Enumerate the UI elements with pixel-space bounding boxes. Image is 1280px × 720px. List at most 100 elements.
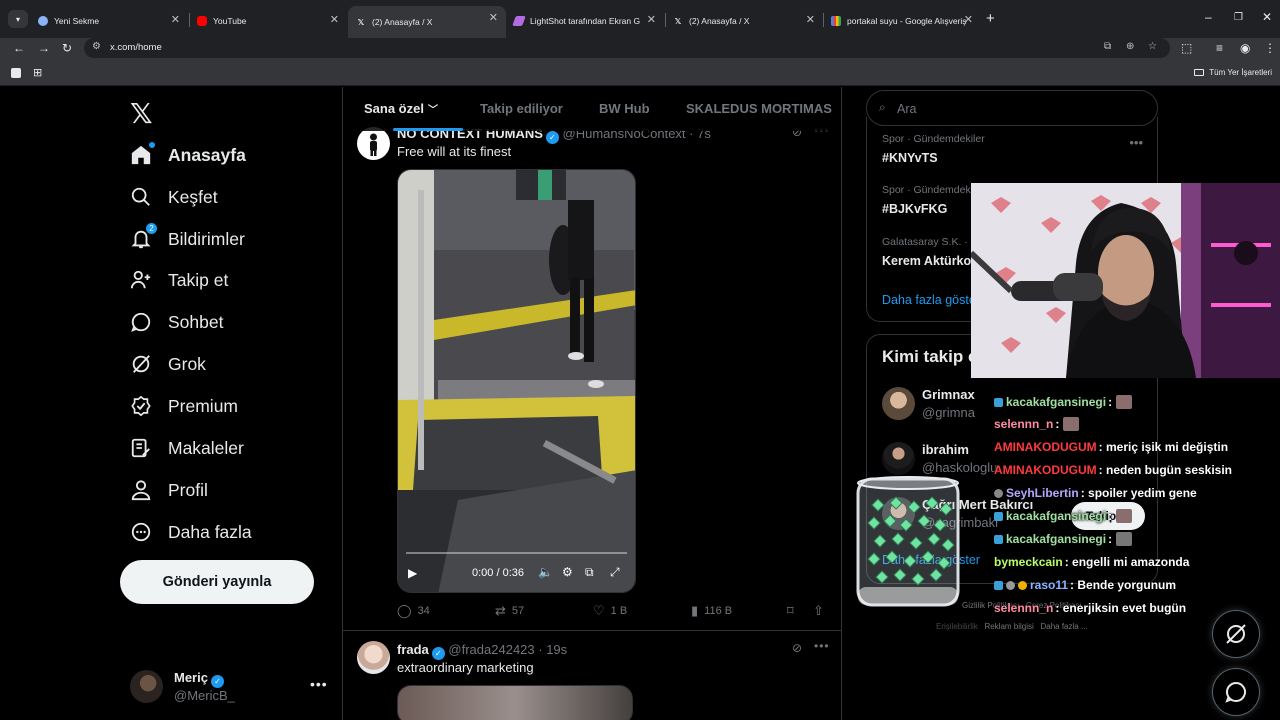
tweet[interactable]: frada ✓ @frada242423 · 19s ⊘ ••• extraord… [343,639,841,720]
video-controls: ▶ 0:00 / 0:36 🔈 ⚙ ⧉ ⤢ [398,552,635,592]
tweet-author-name[interactable]: frada [397,642,429,657]
forward-icon[interactable]: → [38,41,50,55]
extensions-icon[interactable]: ⬚ [1181,41,1192,55]
tab-for-you[interactable]: Sana özel ﹀ [364,101,438,116]
settings-icon[interactable]: ⚙ [562,565,573,579]
reply-button[interactable]: ◯ 34 [397,603,430,619]
nav-follow[interactable]: Takip et [130,265,228,295]
messages-fab-button[interactable] [1212,668,1260,716]
ellipsis-icon[interactable]: ••• [310,676,328,692]
zoom-icon[interactable]: ⊕ [1126,41,1134,52]
x-logo-icon[interactable]: 𝕏 [130,97,153,130]
browser-tab[interactable]: Yeni Sekme ✕ [30,8,188,34]
browser-tab[interactable]: YouTube ✕ [189,8,347,34]
nav-label: Profil [168,479,208,500]
avatar [882,387,915,420]
tweet-media[interactable] [397,685,633,720]
trends-show-more-link[interactable]: Daha fazla göster [882,293,980,307]
nav-profile[interactable]: Profil [130,475,208,505]
share-button[interactable]: ⇧ [813,603,830,619]
nav-more[interactable]: Daha fazla [130,517,252,547]
account-switcher[interactable]: Meriç ✓ @MericB_ ••• [130,670,330,710]
avatar[interactable] [357,127,390,160]
close-icon[interactable]: ✕ [806,13,815,26]
nav-label: Makaleler [168,437,244,458]
nav-premium[interactable]: Premium [130,391,238,421]
tweet-more-icon[interactable]: ••• [814,639,830,653]
media-control-icon[interactable]: ≡ [1216,41,1223,55]
footer-link[interactable]: Erişilebilirlik [936,622,978,631]
tab-following[interactable]: Takip ediliyor [480,101,563,116]
reload-icon[interactable]: ↻ [62,41,72,55]
tab-search-button[interactable]: ▾ [8,10,28,28]
nav-label: Grok [168,353,206,374]
chat-text: : [1108,395,1113,409]
browser-tab[interactable]: LightShot tarafından Ekran Görü... ✕ [506,8,664,34]
close-icon[interactable]: ✕ [964,13,973,26]
back-icon[interactable]: ← [13,41,25,55]
address-bar[interactable]: ⚙ x.com/home ⧉ ⊕ ☆ [84,38,1170,58]
chat-user: kacakafgansinegi [1006,532,1107,546]
nav-articles[interactable]: Makaleler [130,433,244,463]
trend-item[interactable]: Spor · Gündemdekiler #KNYvTS [882,133,985,165]
new-tab-button[interactable]: + [986,10,995,27]
tweet-actions: ◯ 34 ⇄ 57 ♡ 1 B ▮ 116 B ⌑ ⇧ [397,603,831,623]
tweet-author-handle[interactable]: @frada242423 [448,642,534,657]
install-app-icon[interactable]: ⧉ [1104,41,1111,52]
avatar [130,670,163,703]
tab-bw-hub[interactable]: BW Hub [599,101,650,116]
premium-icon [130,395,152,417]
trend-name: #KNYvTS [882,151,938,165]
apps-grid-icon[interactable]: ⊞ [33,66,42,79]
page-icon[interactable] [11,68,21,78]
close-icon[interactable]: ✕ [171,13,180,26]
nav-explore[interactable]: Keşfet [130,182,218,212]
fullscreen-icon[interactable]: ⤢ [610,565,620,580]
retweet-count: 57 [511,605,525,617]
window-close-button[interactable]: ✕ [1262,10,1272,24]
url-text[interactable]: x.com/home [110,42,162,53]
minimize-button[interactable]: – [1205,10,1212,24]
trend-more-icon[interactable]: ••• [1129,135,1143,150]
close-icon[interactable]: ✕ [647,13,656,26]
bookmark-button[interactable]: ⌑ [787,603,800,619]
close-icon[interactable]: ✕ [489,11,498,24]
tweet-video[interactable]: ▶ 0:00 / 0:36 🔈 ⚙ ⧉ ⤢ [397,169,636,593]
chrome-icon [38,16,48,26]
avatar[interactable] [357,641,390,674]
pip-icon[interactable]: ⧉ [585,565,594,580]
browser-tab[interactable]: portakal suyu - Google Alışveriş ✕ [823,8,981,34]
jar-icon [856,476,960,607]
all-bookmarks-button[interactable]: Tüm Yer İşaretleri [1194,68,1272,77]
play-icon[interactable]: ▶ [408,566,417,580]
tweet[interactable]: NO CONTEXT HUMANS ✓ @HumansNoContext · 7s… [343,123,841,631]
nav-home[interactable]: Anasayfa [130,140,246,170]
post-button[interactable]: Gönderi yayınla [120,560,314,604]
trend-item[interactable]: Spor · Gündemdekiler #BJKvFKG [882,184,985,216]
nav-notifications[interactable]: 2 Bildirimler [130,222,245,254]
bookmark-star-icon[interactable]: ☆ [1148,41,1157,52]
chat-message: SeyhLibertin: spoiler yedim gene [994,486,1197,500]
maximize-button[interactable]: ❐ [1234,12,1243,23]
close-icon[interactable]: ✕ [330,13,339,26]
timeline-tabs: Sana özel ﹀ Takip ediliyor BW Hub SKALEDU… [343,87,841,131]
nav-chat[interactable]: Sohbet [130,307,223,337]
video-progress-bar[interactable] [406,552,627,554]
site-info-icon[interactable]: ⚙ [92,41,101,52]
like-button[interactable]: ♡ 1 B [593,603,627,619]
browser-menu-icon[interactable]: ⋮ [1264,41,1276,55]
browser-tab[interactable]: 𝕏 (2) Anasayfa / X ✕ [665,8,823,34]
profile-avatar-icon[interactable]: ◉ [1240,41,1250,55]
browser-tab-active[interactable]: 𝕏 (2) Anasayfa / X ✕ [348,6,506,38]
grok-fab-button[interactable] [1212,610,1260,658]
tweet-time[interactable]: · 19s [538,642,567,657]
chat-user: AMINAKODUGUM [994,440,1097,454]
lightshot-icon [512,16,526,26]
retweet-button[interactable]: ⇄ 57 [495,603,524,619]
tab-skaledus-mortimas[interactable]: SKALEDUS MORTIMAS [686,101,832,116]
views-button[interactable]: ▮ 116 B [691,603,732,619]
chat-text: : [1108,509,1113,523]
volume-icon[interactable]: 🔈 [538,565,553,579]
grok-icon[interactable]: ⊘ [792,641,802,655]
nav-grok[interactable]: Grok [130,349,206,379]
